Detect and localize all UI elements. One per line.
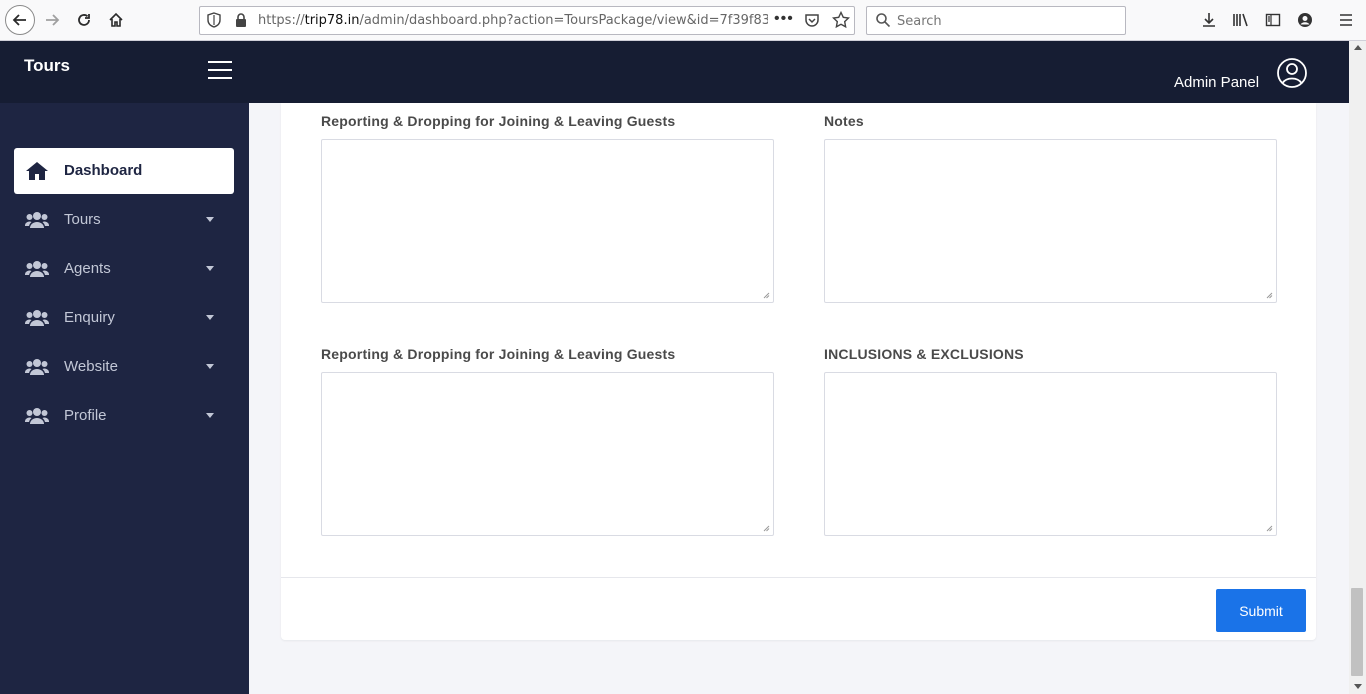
url-host: trip78.in [304,13,360,28]
reload-icon [78,14,90,26]
sidebar-item-label: Dashboard [64,162,143,179]
field-label-inclusions-exclusions: INCLUSIONS & EXCLUSIONS [824,346,1024,362]
browser-toolbar: https://trip78.in/admin/dashboard.php?ac… [0,0,1366,41]
home-icon [109,12,123,27]
users-icon [24,357,50,377]
page-actions-menu[interactable]: ••• [774,10,794,28]
browser-search-input[interactable] [897,11,1117,31]
field-label-reporting-dropping: Reporting & Dropping for Joining & Leavi… [321,113,676,129]
scroll-up-arrow-icon[interactable] [1354,45,1362,50]
field-label-notes: Notes [824,113,864,129]
scroll-down-arrow-icon[interactable] [1354,684,1362,689]
tour-package-form: Reporting & Dropping for Joining & Leavi… [281,103,1316,640]
resize-grip-icon[interactable] [1266,525,1273,532]
forward-arrow-icon [46,14,60,26]
submit-button[interactable]: Submit [1216,589,1306,632]
browser-search-box[interactable] [866,6,1126,35]
users-icon [24,406,50,426]
browser-menu-icon[interactable] [1334,8,1358,32]
sidebar-item-label: Agents [64,260,111,277]
inclusions-exclusions-textarea[interactable] [824,372,1277,536]
caret-down-icon [206,315,214,320]
caret-down-icon [206,266,214,271]
home-icon [25,161,49,181]
sidebar-item-agents[interactable]: Agents [14,246,234,292]
users-icon [24,259,50,279]
downloads-icon[interactable] [1197,8,1221,32]
reload-button[interactable] [70,6,98,34]
card-footer: Submit [281,577,1316,640]
library-icon[interactable] [1229,8,1253,32]
sidebar-toggle-icon[interactable] [1261,8,1285,32]
brand-title[interactable]: Tours [24,56,70,76]
lock-icon[interactable] [234,12,248,33]
sidebar-item-profile[interactable]: Profile [14,393,234,439]
url-prefix: https:// [258,13,305,28]
sidebar-item-label: Website [64,358,118,375]
scrollbar-thumb[interactable] [1351,588,1363,676]
app-header: Tours Admin Panel [0,41,1349,103]
account-icon[interactable] [1293,8,1317,32]
sidebar-item-label: Profile [64,407,107,424]
notes-textarea[interactable] [824,139,1277,303]
resize-grip-icon[interactable] [763,525,770,532]
sidebar: Dashboard Tours Agents Enquiry Website P… [0,103,249,694]
url-path: /admin/dashboard.php?action=ToursPackage… [359,13,768,28]
reporting-dropping-textarea[interactable] [321,139,774,303]
url-bar[interactable]: https://trip78.in/admin/dashboard.php?ac… [199,6,855,35]
tracking-shield-icon[interactable] [206,12,222,33]
forward-button[interactable] [38,6,66,34]
page-scrollbar[interactable] [1349,41,1366,694]
sidebar-item-label: Tours [64,211,101,228]
caret-down-icon [206,413,214,418]
pocket-icon[interactable] [804,12,820,33]
sidebar-item-enquiry[interactable]: Enquiry [14,295,234,341]
home-button[interactable] [102,6,130,34]
sidebar-item-dashboard[interactable]: Dashboard [14,148,234,194]
sidebar-item-website[interactable]: Website [14,344,234,390]
users-icon [24,308,50,328]
resize-grip-icon[interactable] [763,292,770,299]
reporting-dropping-textarea-2[interactable] [321,372,774,536]
search-icon [875,12,891,33]
bookmark-star-icon[interactable] [831,10,851,34]
resize-grip-icon[interactable] [1266,292,1273,299]
field-label-reporting-dropping-2: Reporting & Dropping for Joining & Leavi… [321,346,676,362]
url-text[interactable]: https://trip78.in/admin/dashboard.php?ac… [258,13,768,28]
back-button[interactable] [5,5,35,35]
sidebar-item-tours[interactable]: Tours [14,197,234,243]
user-avatar-icon[interactable] [1276,57,1308,89]
admin-panel-label: Admin Panel [1174,74,1260,91]
sidebar-item-label: Enquiry [64,309,115,326]
back-arrow-icon [12,14,26,26]
caret-down-icon [206,364,214,369]
users-icon [24,210,50,230]
caret-down-icon [206,217,214,222]
menu-toggle-icon[interactable] [208,61,232,81]
